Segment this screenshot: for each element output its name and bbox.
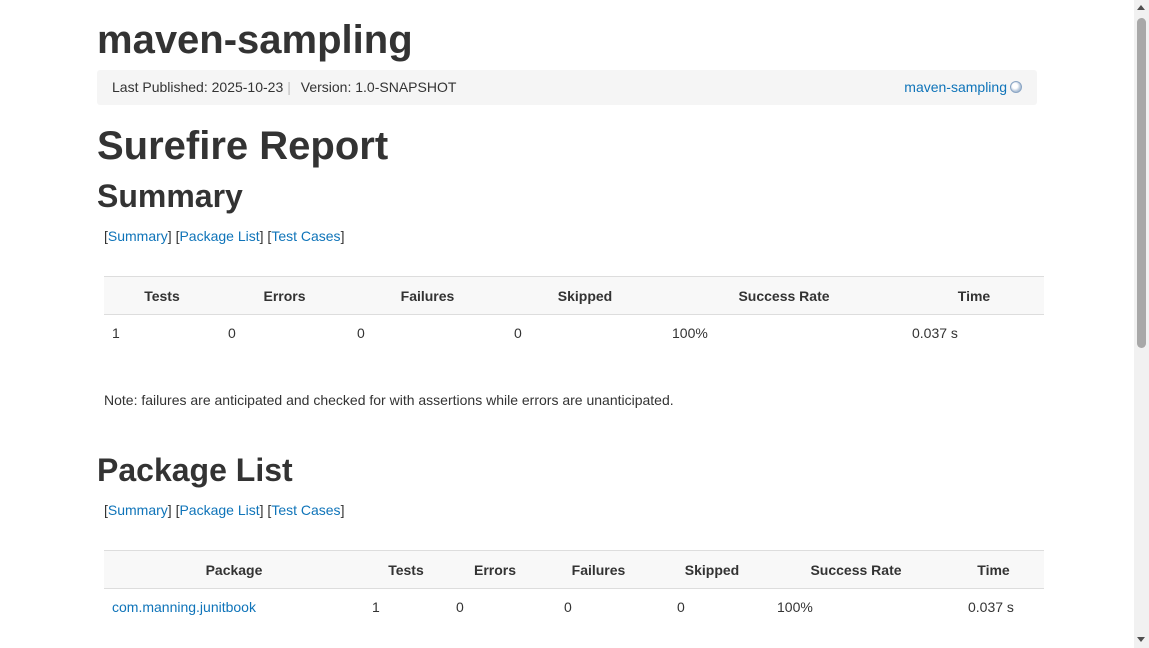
project-title: maven-sampling	[97, 18, 413, 62]
project-link[interactable]: maven-sampling	[904, 79, 1007, 95]
summary-heading: Summary	[97, 178, 243, 214]
project-link-wrapper: maven-sampling	[904, 70, 1022, 105]
col-tests: Tests	[364, 550, 448, 589]
col-tests: Tests	[104, 276, 220, 315]
scroll-thumb[interactable]	[1137, 18, 1146, 348]
scroll-up-arrow-icon[interactable]	[1137, 5, 1145, 10]
package-list-heading: Package List	[97, 452, 293, 488]
nav-package-list-link[interactable]: Package List	[179, 502, 259, 518]
cell-skipped: 0	[514, 325, 522, 342]
summary-note: Note: failures are anticipated and check…	[104, 392, 674, 408]
col-errors: Errors	[448, 550, 542, 589]
col-time: Time	[904, 276, 1044, 315]
nav-summary-link[interactable]: Summary	[108, 228, 168, 244]
package-link[interactable]: com.manning.junitbook	[112, 599, 256, 615]
page: maven-sampling Last Published: 2025-10-2…	[0, 0, 1149, 648]
report-title: Surefire Report	[97, 124, 389, 168]
summary-table: Tests Errors Failures Skipped Success Ra…	[104, 276, 1044, 352]
package-table: Package Tests Errors Failures Skipped Su…	[104, 550, 1044, 626]
last-published: Last Published: 2025-10-23	[112, 79, 284, 95]
breadcrumb-divider: |	[287, 79, 291, 95]
summary-nav-links: [Summary] [Package List] [Test Cases]	[104, 228, 345, 244]
cell-package: com.manning.junitbook	[104, 589, 364, 626]
cell-time: 0.037 s	[968, 599, 1014, 616]
nav-summary-link[interactable]: Summary	[108, 502, 168, 518]
nav-package-list-link[interactable]: Package List	[179, 228, 259, 244]
col-skipped: Skipped	[655, 550, 769, 589]
col-success-rate: Success Rate	[664, 276, 904, 315]
table-row: com.manning.junitbook 1 0 0 0 100% 0.037…	[104, 589, 1044, 626]
vertical-scrollbar[interactable]	[1134, 0, 1149, 648]
summary-row: 1 0 0 0 100% 0.037 s	[104, 315, 1044, 352]
cell-failures: 0	[357, 325, 365, 342]
col-failures: Failures	[349, 276, 506, 315]
cell-time: 0.037 s	[912, 325, 958, 342]
col-skipped: Skipped	[506, 276, 664, 315]
package-header-row: Package Tests Errors Failures Skipped Su…	[104, 550, 1044, 589]
scroll-down-arrow-icon[interactable]	[1137, 637, 1145, 642]
cell-errors: 0	[456, 599, 464, 616]
cell-success-rate: 100%	[777, 599, 813, 616]
globe-icon[interactable]	[1010, 81, 1022, 93]
nav-test-cases-link[interactable]: Test Cases	[271, 228, 340, 244]
col-time: Time	[943, 550, 1044, 589]
col-failures: Failures	[542, 550, 655, 589]
breadcrumb-bar: Last Published: 2025-10-23 | Version: 1.0…	[97, 70, 1037, 105]
publish-info: Last Published: 2025-10-23 | Version: 1.0…	[112, 70, 456, 105]
summary-header-row: Tests Errors Failures Skipped Success Ra…	[104, 276, 1044, 315]
col-success-rate: Success Rate	[769, 550, 943, 589]
col-errors: Errors	[220, 276, 349, 315]
cell-errors: 0	[228, 325, 236, 342]
cell-tests: 1	[372, 599, 380, 616]
col-package: Package	[104, 550, 364, 589]
cell-success-rate: 100%	[672, 325, 708, 342]
nav-test-cases-link[interactable]: Test Cases	[271, 502, 340, 518]
cell-tests: 1	[112, 325, 120, 342]
cell-skipped: 0	[677, 599, 685, 616]
version-info: Version: 1.0-SNAPSHOT	[300, 79, 457, 95]
package-nav-links: [Summary] [Package List] [Test Cases]	[104, 502, 345, 518]
cell-failures: 0	[564, 599, 572, 616]
